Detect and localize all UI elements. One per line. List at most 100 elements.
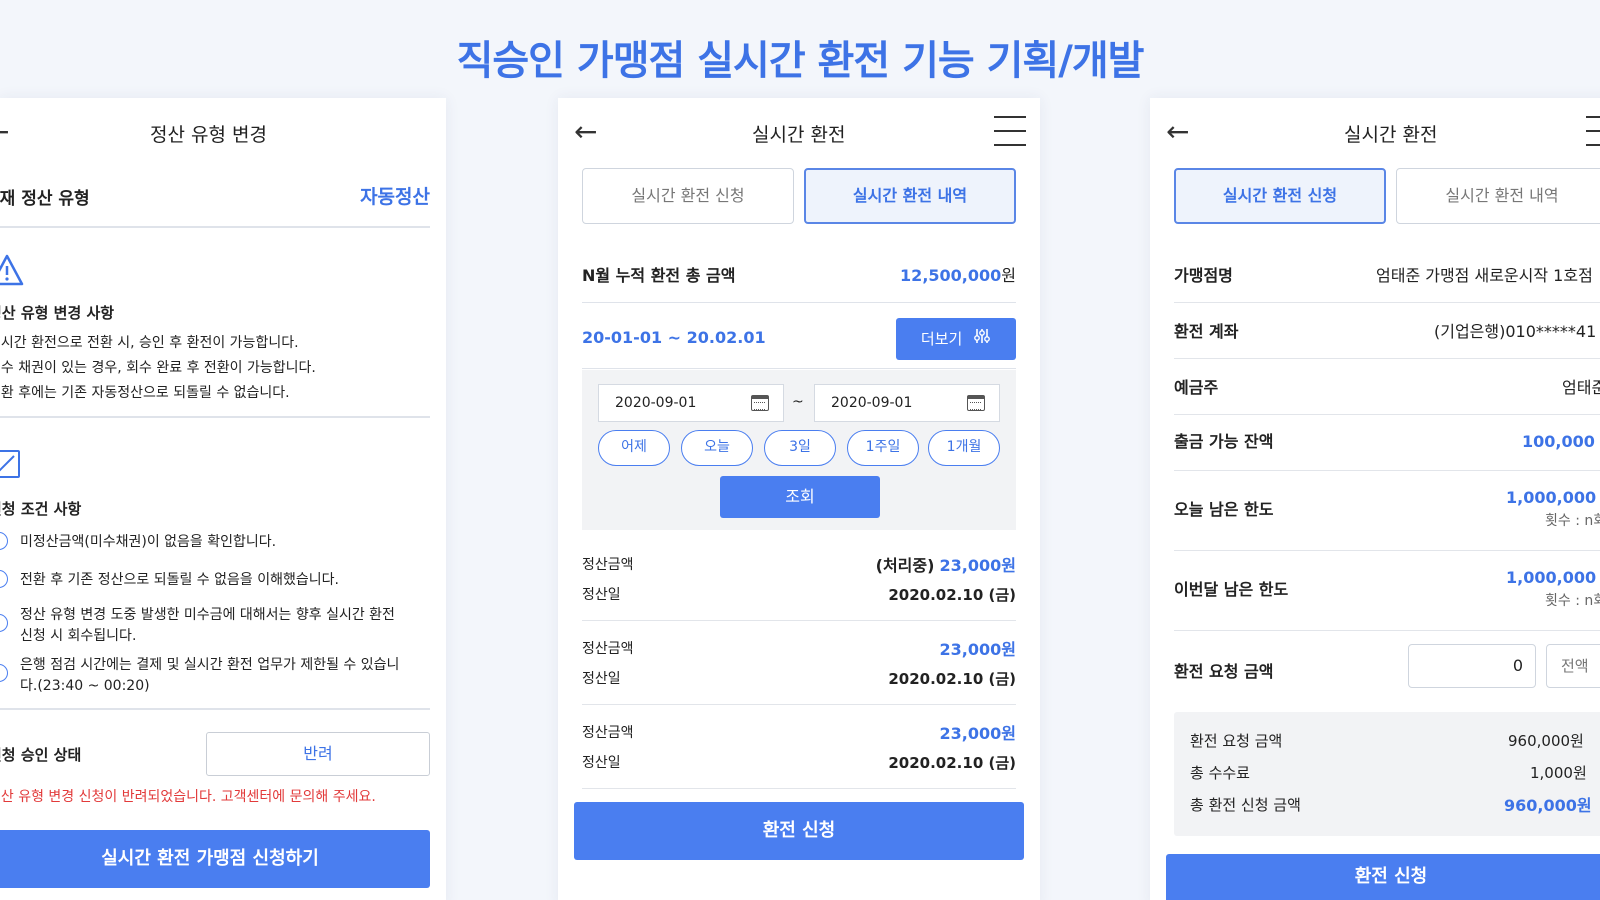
current-type-label: 현재 정산 유형 [0, 189, 90, 209]
agree-check-icon[interactable] [0, 614, 8, 632]
exchange-history-panel: ← 실시간 환전 실시간 환전 신청 실시간 환전 내역 N월 누적 환전 총 … [558, 98, 1040, 900]
chip-1week[interactable]: 1주일 [847, 430, 919, 466]
summary-label: 환전 요청 금액 [1190, 732, 1283, 750]
record-date-label: 정산일 [582, 587, 621, 603]
settlement-type-panel: ← 정산 유형 변경 현재 정산 유형 자동정산 정산 유형 변경 사항 실시간… [0, 98, 446, 900]
more-button[interactable]: 더보기 [896, 318, 1016, 360]
divider [0, 416, 430, 418]
panel-title: 실시간 환전 [1344, 124, 1438, 146]
back-arrow-icon[interactable]: ← [574, 118, 597, 146]
chip-today[interactable]: 오늘 [681, 430, 753, 466]
summary-box: 환전 요청 금액 960,000원 총 수수료 1,000원 총 환전 신청 금… [1174, 712, 1600, 836]
all-amount-button[interactable]: 전액 [1546, 644, 1600, 688]
warning-icon [0, 254, 24, 290]
agree-check-icon[interactable] [0, 664, 8, 682]
divider [582, 704, 1016, 705]
calendar-icon [751, 395, 769, 411]
agree-title: 신청 조건 사항 [0, 500, 82, 518]
status-value-box: 반려 [206, 732, 430, 776]
status-label: 신청 승인 상태 [0, 746, 82, 764]
monthly-total-label: N월 누적 환전 총 금액 [582, 266, 736, 285]
notice-line: 실시간 환전으로 전환 시, 승인 후 환전이 가능합니다. [0, 335, 299, 351]
tab-realtime-apply[interactable]: 실시간 환전 신청 [582, 168, 794, 224]
agree-item: 전환 후 기존 정산으로 되돌릴 수 없음을 이해했습니다. [20, 572, 339, 588]
divider [1174, 630, 1600, 631]
record-amount: 23,000원 [939, 724, 1016, 743]
divider [0, 708, 430, 710]
account-value: (기업은행)010*****41 [1434, 322, 1597, 341]
agree-item: 은행 점검 시간에는 결제 및 실시간 환전 업무가 제한될 수 있습니 [20, 657, 400, 673]
record-date: 2020.02.10 (금) [888, 754, 1016, 772]
filter-icon [973, 319, 991, 361]
record-date: 2020.02.10 (금) [888, 670, 1016, 688]
today-limit-value: 1,000,000 원 [1506, 488, 1600, 507]
today-limit-label: 오늘 남은 한도 [1174, 500, 1274, 519]
divider [582, 302, 1016, 303]
summary-value: 1,000원 [1530, 764, 1587, 782]
chip-3days[interactable]: 3일 [764, 430, 836, 466]
divider [1174, 358, 1600, 359]
back-arrow-icon[interactable]: ← [0, 118, 9, 146]
back-arrow-icon[interactable]: ← [1166, 118, 1189, 146]
holder-label: 예금주 [1174, 378, 1219, 397]
menu-icon[interactable] [1586, 116, 1600, 148]
record-date: 2020.02.10 (금) [888, 586, 1016, 604]
summary-label: 총 수수료 [1190, 764, 1250, 782]
month-limit-label: 이번달 남은 한도 [1174, 580, 1289, 599]
checkbox-icon [0, 450, 20, 478]
chip-yesterday[interactable]: 어제 [598, 430, 670, 466]
record-date-label: 정산일 [582, 755, 621, 771]
divider [1174, 302, 1600, 303]
chip-1month[interactable]: 1개월 [928, 430, 1000, 466]
notice-line: 미수 채권이 있는 경우, 회수 완료 후 전환이 가능합니다. [0, 360, 316, 376]
record-amount: (처리중) 23,000원 [875, 556, 1016, 575]
record-amount-label: 정산금액 [582, 557, 634, 573]
balance-label: 출금 가능 잔액 [1174, 432, 1274, 451]
divider [582, 788, 1016, 789]
filter-area: 2020-09-01 ~ 2020-09-01 어제 오늘 3일 1주일 1개월… [582, 370, 1016, 530]
record-amount: 23,000원 [939, 640, 1016, 659]
agree-item: 미정산금액(미수채권)이 없음을 확인합니다. [20, 534, 277, 550]
merchant-label: 가맹점명 [1174, 266, 1233, 285]
divider [582, 368, 1016, 369]
holder-value: 엄태준 [1562, 378, 1600, 397]
agree-check-icon[interactable] [0, 532, 8, 550]
summary-value: 960,000원 [1504, 796, 1592, 815]
record-amount-label: 정산금액 [582, 641, 634, 657]
panel-title: 정산 유형 변경 [150, 124, 267, 146]
exchange-apply-button[interactable]: 환전 신청 [1166, 854, 1600, 900]
divider [1174, 550, 1600, 551]
tab-realtime-history[interactable]: 실시간 환전 내역 [804, 168, 1016, 224]
month-count: 횟수 : n회 [1545, 593, 1600, 609]
exchange-apply-panel: ← 실시간 환전 실시간 환전 신청 실시간 환전 내역 가맹점명 엄태준 가맹… [1150, 98, 1600, 900]
tab-realtime-apply[interactable]: 실시간 환전 신청 [1174, 168, 1386, 224]
agree-item: 정산 유형 변경 도중 발생한 미수금에 대해서는 향후 실시간 환전 [20, 607, 395, 623]
calendar-icon [967, 395, 985, 411]
account-label: 환전 계좌 [1174, 322, 1239, 341]
reject-message: 정산 유형 변경 신청이 반려되었습니다. 고객센터에 문의해 주세요. [0, 789, 376, 805]
notice-title: 정산 유형 변경 사항 [0, 304, 115, 322]
apply-realtime-merchant-button[interactable]: 실시간 환전 가맹점 신청하기 [0, 830, 430, 888]
balance-value: 100,000 원 [1522, 432, 1600, 451]
month-limit-value: 1,000,000 원 [1506, 568, 1600, 587]
record-date-label: 정산일 [582, 671, 621, 687]
agree-item: 신청 시 회수됩니다. [20, 628, 137, 644]
date-range: 20-01-01 ~ 20.02.01 [582, 328, 766, 347]
summary-label: 총 환전 신청 금액 [1190, 796, 1301, 814]
monthly-total-amount: 12,500,000원 [900, 266, 1016, 285]
summary-value: 960,000원 [1508, 732, 1584, 750]
exchange-apply-button[interactable]: 환전 신청 [574, 802, 1024, 860]
search-button[interactable]: 조회 [720, 476, 880, 518]
agree-item: 다.(23:40 ~ 00:20) [20, 678, 150, 694]
notice-line: 전환 후에는 기존 자동정산으로 되돌릴 수 없습니다. [0, 385, 290, 401]
request-amount-input[interactable]: 0 [1408, 644, 1536, 688]
merchant-value: 엄태준 가맹점 새로운시작 1호점 [1376, 266, 1593, 285]
tab-realtime-history[interactable]: 실시간 환전 내역 [1396, 168, 1600, 224]
menu-icon[interactable] [994, 116, 1026, 148]
divider [582, 620, 1016, 621]
page-title: 직승인 가맹점 실시간 환전 기능 기획/개발 [456, 38, 1145, 84]
agree-check-icon[interactable] [0, 570, 8, 588]
today-count: 횟수 : n회 [1545, 513, 1600, 529]
date-to-input[interactable]: 2020-09-01 [814, 384, 1000, 422]
date-from-input[interactable]: 2020-09-01 [598, 384, 784, 422]
